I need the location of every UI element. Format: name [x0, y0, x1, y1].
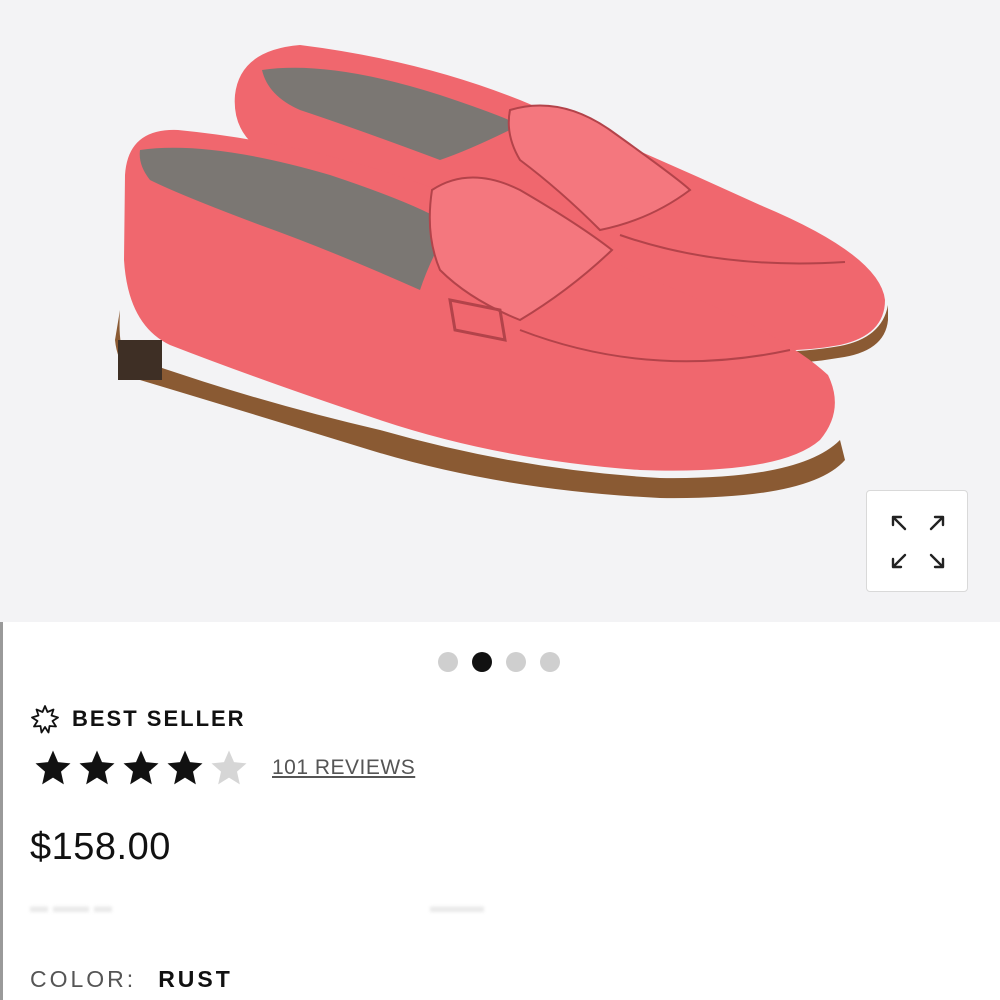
- star-empty-icon: [211, 750, 247, 785]
- carousel-indicators: [438, 652, 560, 672]
- product-image-area[interactable]: [0, 0, 1000, 622]
- starburst-icon: [31, 705, 59, 734]
- faded-text: ▬ ▬▬ ▬: [30, 896, 113, 916]
- expand-icon: [891, 515, 945, 569]
- product-image: [115, 45, 888, 499]
- fullscreen-button[interactable]: [866, 490, 968, 592]
- star-filled-icon: [167, 750, 203, 785]
- carousel-dot-4[interactable]: [540, 652, 560, 672]
- star-filled-icon: [35, 750, 71, 785]
- carousel-dot-1[interactable]: [438, 652, 458, 672]
- color-label: COLOR:: [30, 966, 137, 992]
- color-value: RUST: [158, 966, 233, 992]
- faded-text: ▬▬▬: [430, 896, 484, 916]
- color-selection: COLOR: RUST: [30, 966, 233, 993]
- star-filled-icon: [79, 750, 115, 785]
- reviews-link[interactable]: 101 REVIEWS: [272, 756, 415, 780]
- star-rating[interactable]: [32, 748, 250, 788]
- rating-row: 101 REVIEWS: [32, 748, 415, 788]
- best-seller-badge: BEST SELLER: [30, 704, 246, 734]
- best-seller-label: BEST SELLER: [72, 706, 246, 731]
- product-price: $158.00: [30, 826, 171, 868]
- carousel-dot-3[interactable]: [506, 652, 526, 672]
- carousel-dot-2[interactable]: [472, 652, 492, 672]
- star-filled-icon: [123, 750, 159, 785]
- left-border: [0, 622, 3, 1000]
